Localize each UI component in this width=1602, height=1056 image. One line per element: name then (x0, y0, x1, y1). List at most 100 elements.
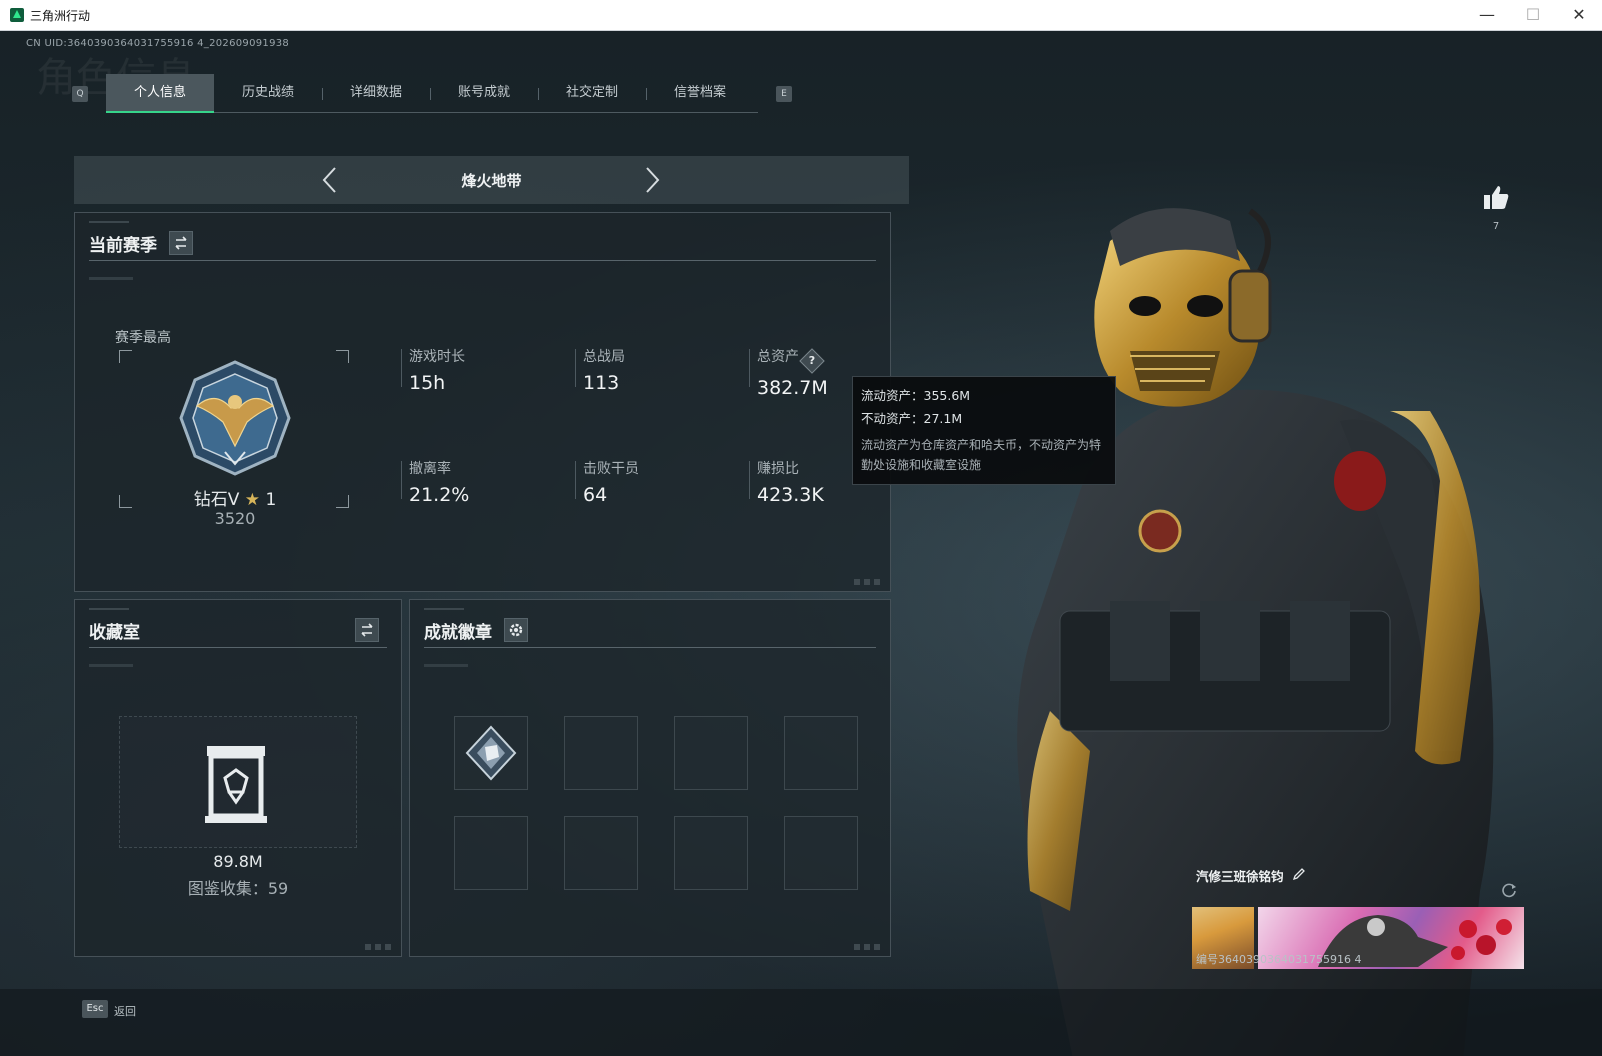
gear-icon (509, 623, 523, 637)
game-screen: 角色信息 CN UID:3640390364031755916 4_202609… (0, 31, 1602, 1056)
panel-decoration (424, 664, 468, 667)
swap-icon (361, 623, 373, 637)
collection-room-panel: 收藏室 89.8M 图鉴收集：59 (74, 599, 402, 957)
rotate-icon[interactable] (1500, 881, 1518, 899)
badge-slot[interactable] (454, 816, 528, 890)
badge-slot[interactable] (674, 716, 748, 790)
panel-decoration (365, 944, 395, 950)
maximize-button[interactable]: ☐ (1510, 0, 1556, 30)
tab-credit-record[interactable]: 信誉档案 (646, 74, 754, 112)
swap-icon (175, 236, 187, 250)
panel-decoration (424, 608, 464, 610)
collection-count: 图鉴收集：59 (187, 879, 289, 898)
stat-operators-defeated: 击败干员 64 (575, 461, 639, 505)
help-icon[interactable]: ? (799, 348, 825, 374)
panel-decoration (854, 944, 884, 950)
stat-total-assets: 总资产? 382.7M (749, 348, 828, 398)
collection-value: 89.8M (213, 852, 263, 871)
panel-decoration (89, 608, 129, 610)
badge-slot[interactable] (784, 816, 858, 890)
rank-name: 钻石V ★ 1 (145, 485, 325, 510)
panel-decoration (89, 277, 133, 280)
stat-label-text: 总资产 (757, 349, 799, 365)
frame-corner (336, 350, 349, 363)
badge-slot[interactable] (674, 816, 748, 890)
stat-label: 击败干员 (583, 461, 639, 477)
panel-divider (89, 260, 876, 261)
stat-play-time: 游戏时长 15h (401, 349, 465, 393)
tooltip-fixed-assets: 不动资产：27.1M (861, 411, 963, 426)
stat-label: 游戏时长 (409, 349, 465, 365)
tab-account-achievements[interactable]: 账号成就 (430, 74, 538, 112)
minimize-button[interactable]: — (1464, 0, 1510, 30)
panel-decoration (89, 221, 129, 223)
panel-divider (89, 647, 387, 648)
back-label[interactable]: 返回 (114, 1003, 136, 1019)
close-button[interactable]: ✕ (1556, 0, 1602, 30)
stat-profit-loss-ratio: 赚损比 423.3K (749, 461, 824, 505)
star-icon: ★ (244, 490, 261, 510)
badge-slot[interactable] (564, 816, 638, 890)
collection-title: 收藏室 (89, 623, 140, 643)
display-case-icon (205, 746, 267, 823)
rank-star-count: 1 (265, 490, 277, 510)
chevron-right-icon[interactable] (642, 166, 662, 194)
switch-season-button[interactable] (169, 231, 193, 255)
mode-selector: 烽火地带 (74, 156, 909, 204)
assets-tooltip: 流动资产：355.6M 不动资产：27.1M 流动资产为仓库资产和哈夫币，不动资… (852, 376, 1116, 485)
stat-value: 21.2% (409, 484, 470, 506)
thumbs-up-icon[interactable] (1482, 183, 1510, 211)
edit-icon[interactable] (1292, 867, 1306, 881)
stat-total-matches: 总战局 113 (575, 349, 625, 393)
frame-corner (119, 495, 132, 508)
app-logo-icon (10, 8, 24, 22)
badge-settings-button[interactable] (504, 618, 528, 642)
tab-strip: 个人信息 历史战绩 详细数据 账号成就 社交定制 信誉档案 (106, 74, 758, 113)
season-best-label: 赛季最高 (115, 330, 171, 346)
frame-corner (119, 350, 132, 363)
crystal-badge-icon (465, 725, 517, 781)
panel-decoration (854, 579, 884, 585)
tooltip-description: 流动资产为仓库资产和哈夫币，不动资产为特勤处设施和收藏室设施 (861, 438, 1102, 472)
diamond-rank-emblem-icon (179, 360, 291, 476)
stat-label: 总战局 (583, 349, 625, 365)
tab-personal-info[interactable]: 个人信息 (106, 74, 214, 113)
frame-corner (336, 495, 349, 508)
stat-value: 113 (583, 372, 620, 394)
player-name: 汽修三班徐铭钧 (1196, 869, 1284, 884)
switch-collection-button[interactable] (355, 618, 379, 642)
bottom-bar (0, 989, 1602, 1056)
window-title: 三角洲行动 (30, 9, 91, 23)
badge-slot[interactable] (564, 716, 638, 790)
stat-extraction-rate: 撤离率 21.2% (401, 461, 469, 505)
current-season-title: 当前赛季 (89, 236, 157, 256)
current-season-panel: 当前赛季 赛季最高 钻石V ★ 1 3520 游戏时长 15h 总战局 113 … (74, 212, 891, 592)
esc-key[interactable]: Esc (82, 1000, 108, 1018)
stat-label: 总资产? (757, 348, 828, 374)
panel-divider (424, 647, 876, 648)
tab-bar: Q 个人信息 历史战绩 详细数据 账号成就 社交定制 信誉档案 E (72, 74, 792, 114)
tab-detailed-data[interactable]: 详细数据 (322, 74, 430, 112)
tooltip-liquid-assets: 流动资产：355.6M (861, 388, 971, 403)
panel-decoration (89, 664, 133, 667)
player-id: 编号3640390364031755916 4 (1196, 953, 1362, 966)
stat-label: 赚损比 (757, 461, 799, 477)
stat-value: 64 (583, 484, 608, 506)
tab-social-customization[interactable]: 社交定制 (538, 74, 646, 112)
uid-label: CN UID:3640390364031755916 4_20260909193… (26, 38, 290, 49)
stat-label: 撤离率 (409, 461, 451, 477)
tab-prev-key[interactable]: Q (72, 86, 88, 102)
stat-value: 15h (409, 372, 446, 394)
stat-value: 423.3K (757, 484, 824, 506)
achievement-badges-panel: 成就徽章 (409, 599, 891, 957)
tab-next-key[interactable]: E (776, 86, 792, 102)
mode-label: 烽火地带 (461, 172, 522, 190)
badges-title: 成就徽章 (424, 623, 492, 643)
tab-match-history[interactable]: 历史战绩 (214, 74, 322, 112)
rank-score: 3520 (214, 509, 256, 528)
like-count: 7 (1492, 221, 1500, 232)
window-titlebar: 三角洲行动 — ☐ ✕ (0, 0, 1602, 31)
stat-value: 382.7M (757, 377, 828, 399)
badge-slot[interactable] (454, 716, 528, 790)
badge-slot[interactable] (784, 716, 858, 790)
